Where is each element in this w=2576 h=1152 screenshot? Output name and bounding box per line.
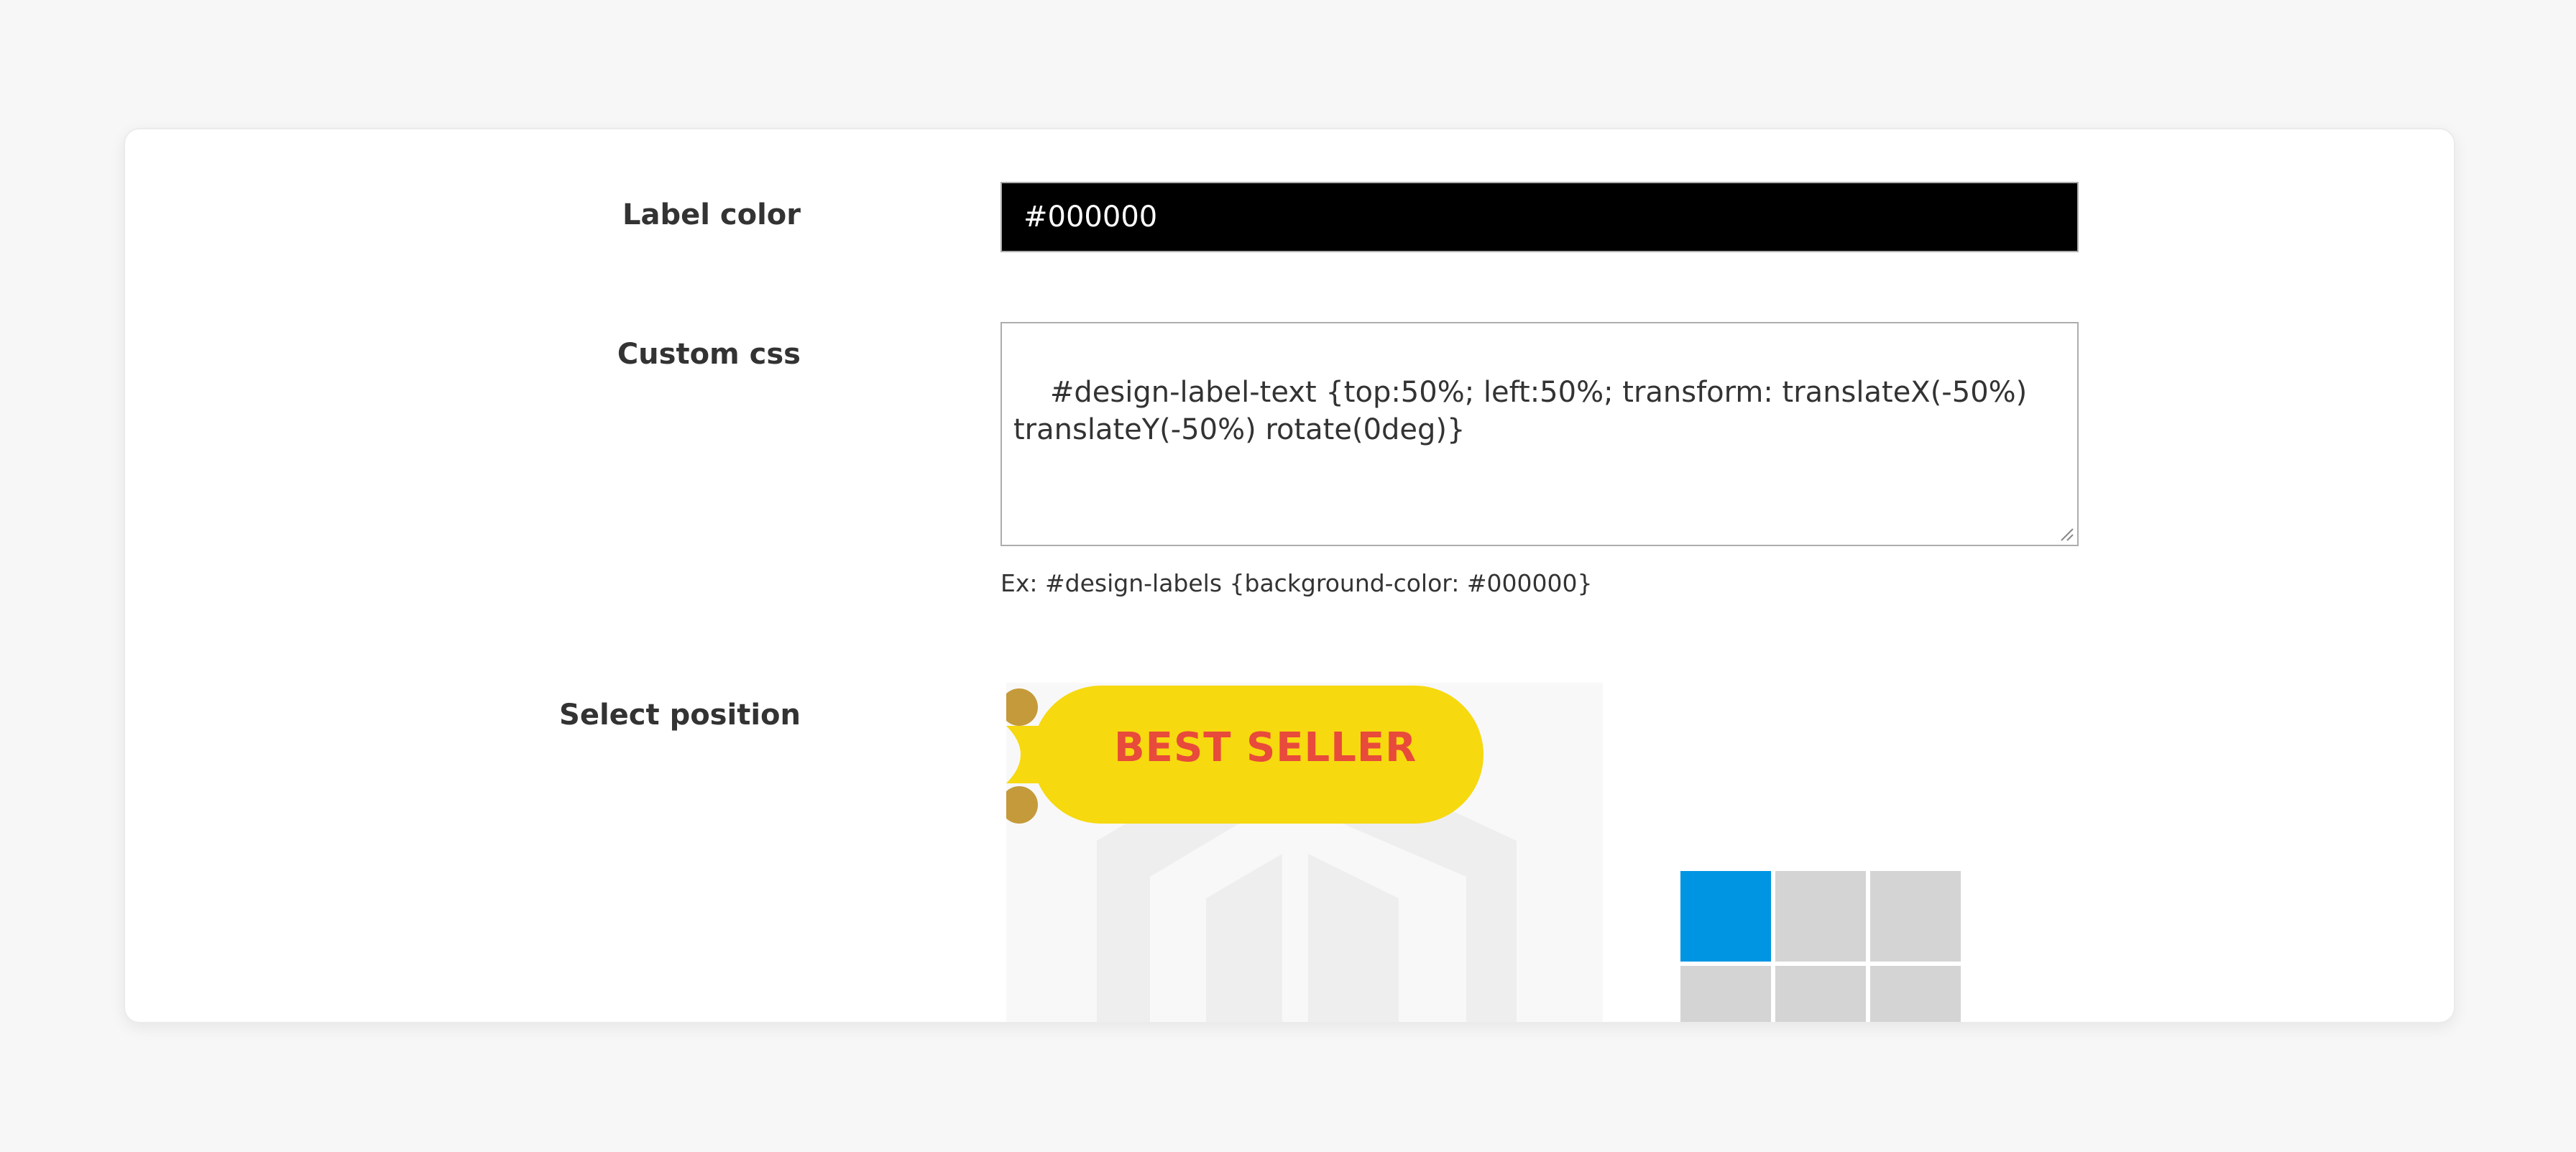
settings-card: Label color #000000 Custom css #design-l… — [124, 128, 2455, 1023]
custom-css-label: Custom css — [617, 338, 801, 371]
resize-grip-icon[interactable] — [2058, 526, 2074, 542]
position-cell-top-right[interactable] — [1870, 871, 1961, 962]
position-cell-middle-center[interactable] — [1775, 966, 1866, 1022]
label-color-input[interactable]: #000000 — [1000, 182, 2079, 252]
position-cell-top-left[interactable] — [1680, 871, 1771, 962]
custom-css-hint: Ex: #design-labels {background-color: #0… — [1000, 569, 1593, 597]
label-color-label: Label color — [622, 198, 801, 231]
custom-css-text: #design-label-text {top:50%; left:50%; t… — [1013, 376, 2028, 446]
custom-css-textarea[interactable]: #design-label-text {top:50%; left:50%; t… — [1000, 322, 2079, 546]
select-position-label: Select position — [559, 699, 801, 732]
label-preview-image: BEST SELLER — [1006, 683, 1603, 1022]
position-grid — [1680, 871, 1961, 1022]
position-cell-middle-right[interactable] — [1870, 966, 1961, 1022]
position-cell-top-center[interactable] — [1775, 871, 1866, 962]
best-seller-text: BEST SELLER — [1114, 724, 1417, 771]
position-cell-middle-left[interactable] — [1680, 966, 1771, 1022]
